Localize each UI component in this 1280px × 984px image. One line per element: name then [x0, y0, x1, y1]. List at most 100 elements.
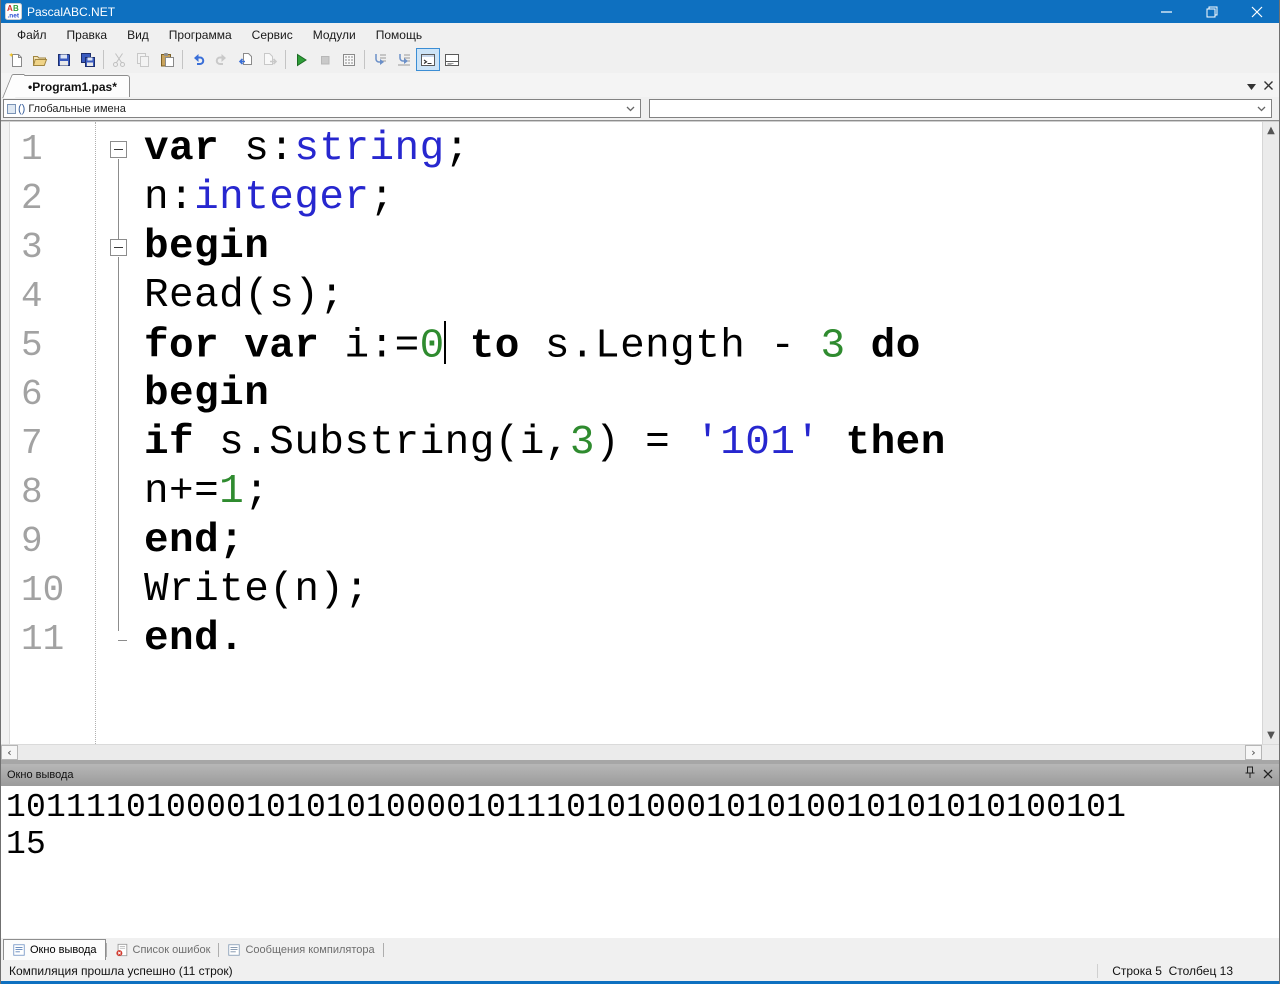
horizontal-scroll-track[interactable] [18, 745, 1245, 760]
console-toggle-icon[interactable] [416, 48, 440, 71]
debug-grid-icon[interactable] [337, 48, 361, 71]
save-all-icon[interactable] [76, 48, 100, 71]
undo-icon[interactable] [186, 48, 210, 71]
scroll-right-icon[interactable]: › [1245, 745, 1262, 760]
fold-guide [95, 615, 136, 664]
nav-back-icon[interactable] [234, 48, 258, 71]
save-icon[interactable] [52, 48, 76, 71]
tab-label: •Program1.pas* [28, 79, 117, 94]
code-line[interactable]: 2 n:integer; [1, 174, 1262, 223]
panel-close-icon[interactable] [1263, 766, 1273, 784]
menu-item[interactable]: Вид [117, 25, 159, 45]
code-line[interactable]: 3 begin [1, 223, 1262, 272]
code-line[interactable]: 11 end. [1, 615, 1262, 664]
line-number: 7 [21, 423, 43, 464]
code-text: end. [144, 616, 245, 662]
fold-guide [95, 566, 136, 615]
redo-icon [210, 48, 234, 71]
compiler-messages-icon [227, 943, 241, 957]
code-text: begin [144, 371, 270, 417]
scroll-up-icon[interactable]: ▲ [1263, 122, 1280, 139]
code-line[interactable]: 8 n+=1; [1, 468, 1262, 517]
menu-item[interactable]: Сервис [242, 25, 303, 45]
code-editor[interactable]: 1 var s:string; 2 n:integer; 3 begin 4 Read(s);… [1, 122, 1262, 744]
code-text: n:integer; [144, 175, 395, 221]
chevron-down-icon [626, 103, 638, 115]
goto-impl-icon[interactable] [392, 48, 416, 71]
bottom-tab-compiler-messages[interactable]: Сообщения компилятора [219, 939, 382, 960]
scrollbar-corner [1262, 745, 1279, 760]
tab-program1[interactable]: •Program1.pas* [13, 75, 130, 97]
code-text: if s.Substring(i,3) = '101' then [144, 420, 946, 466]
line-number: 10 [21, 570, 65, 611]
code-line[interactable]: 5 for var i:=0 to s.Length - 3 do [1, 321, 1262, 370]
code-text: n+=1; [144, 469, 270, 515]
status-message: Компиляция прошла успешно (11 строк) [9, 963, 233, 978]
code-line[interactable]: 6 begin [1, 370, 1262, 419]
horizontal-scrollbar[interactable]: ‹ › [1, 744, 1279, 760]
line-number: 3 [21, 227, 43, 268]
restore-icon[interactable] [1189, 0, 1234, 23]
bottom-tab-output[interactable]: Окно вывода [3, 939, 106, 960]
close-icon[interactable] [1234, 0, 1279, 23]
goto-def-icon[interactable] [368, 48, 392, 71]
braces-icon: () [18, 102, 26, 115]
bottom-tab-label: Список ошибок [132, 943, 211, 956]
line-number: 8 [21, 472, 43, 513]
vertical-scrollbar[interactable]: ▲ ▼ [1262, 122, 1279, 744]
menu-item[interactable]: Файл [7, 25, 57, 45]
output-panel-header: Окно вывода [1, 764, 1279, 786]
layout-toggle-icon[interactable] [440, 48, 464, 71]
bottom-tab-bar: Окно вывода Список ошибок Сообщения компил… [1, 938, 1279, 960]
scroll-left-icon[interactable]: ‹ [1, 745, 18, 760]
code-line[interactable]: 9 end; [1, 517, 1262, 566]
code-text: Read(s); [144, 273, 345, 319]
code-line[interactable]: 7 if s.Substring(i,3) = '101' then [1, 419, 1262, 468]
svg-text:.net: .net [8, 13, 20, 20]
output-window[interactable]: 1011110100001010101000010111010100010101… [1, 786, 1279, 938]
line-number: 9 [21, 521, 43, 562]
new-file-icon[interactable] [4, 48, 28, 71]
fold-guide [95, 272, 136, 321]
status-bar: Компиляция прошла успешно (11 строк) Стр… [1, 960, 1279, 981]
member-selector[interactable] [649, 99, 1272, 118]
line-number: 2 [21, 178, 43, 219]
nav-forward-icon [258, 48, 282, 71]
toolbar-separator [285, 50, 286, 69]
menu-item[interactable]: Модули [303, 25, 366, 45]
title-bar: A B .net PascalABC.NET [1, 0, 1279, 23]
pin-icon[interactable] [1244, 766, 1256, 784]
code-line[interactable]: 10 Write(n); [1, 566, 1262, 615]
paste-icon[interactable] [155, 48, 179, 71]
code-line[interactable]: 1 var s:string; [1, 125, 1262, 174]
scope-selector[interactable]: () Глобальные имена [3, 99, 641, 118]
open-file-icon[interactable] [28, 48, 52, 71]
fold-guide [95, 419, 136, 468]
fold-collapse-icon[interactable] [95, 125, 136, 174]
menu-item[interactable]: Правка [57, 25, 118, 45]
code-text: for var i:=0 to s.Length - 3 do [136, 321, 921, 370]
editor-region: 1 var s:string; 2 n:integer; 3 begin 4 Read(s);… [1, 121, 1279, 760]
code-line[interactable]: 4 Read(s); [1, 272, 1262, 321]
menu-item[interactable]: Помощь [366, 25, 432, 45]
app-window: A B .net PascalABC.NET Файл Правка Вид Прог… [0, 0, 1280, 984]
fold-guide [95, 321, 136, 370]
bottom-tab-errors[interactable]: Список ошибок [107, 939, 219, 960]
fold-collapse-icon[interactable] [95, 223, 136, 272]
scroll-down-icon[interactable]: ▼ [1263, 727, 1280, 744]
output-icon [12, 943, 26, 957]
fold-guide [95, 174, 136, 223]
fold-guide [95, 517, 136, 566]
copy-icon [131, 48, 155, 71]
cut-icon [107, 48, 131, 71]
line-number: 5 [21, 325, 43, 366]
code-text: var s:string; [144, 126, 470, 172]
line-number: 4 [21, 276, 43, 317]
tab-close-icon[interactable] [1264, 77, 1273, 95]
menu-item[interactable]: Программа [159, 25, 242, 45]
scope-value: Глобальные имена [28, 102, 126, 115]
code-text: Write(n); [144, 567, 370, 613]
minimize-icon[interactable] [1144, 0, 1189, 23]
tab-list-dropdown-icon[interactable] [1247, 77, 1256, 95]
run-icon[interactable] [289, 48, 313, 71]
